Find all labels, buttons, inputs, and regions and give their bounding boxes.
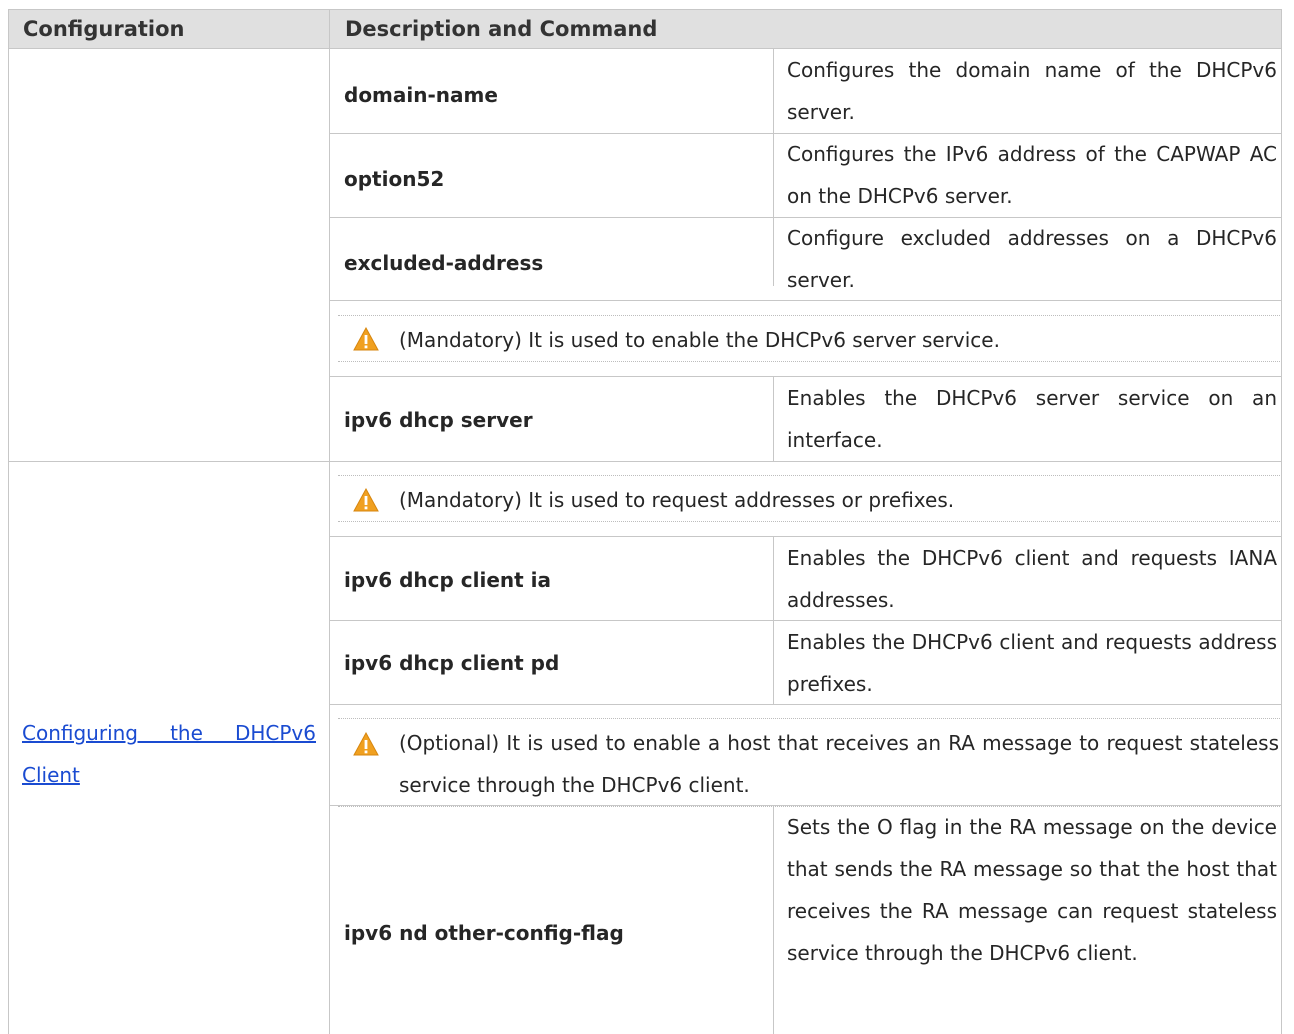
inner-divider — [773, 49, 774, 286]
inner-divider — [773, 376, 774, 461]
command-ipv6-dhcp-client-ia: ipv6 dhcp client ia — [344, 568, 552, 592]
command-excluded-address: excluded-address — [344, 251, 544, 275]
command-option52: option52 — [344, 167, 445, 191]
description-ipv6-nd-other-config-flag: Sets the O flag in the RA message on the… — [787, 815, 1277, 965]
command-domain-name: domain-name — [344, 83, 498, 107]
warning-triangle-icon — [353, 327, 379, 351]
config-table: Configuration Description and Command do… — [8, 0, 1282, 1034]
note-border-top — [338, 315, 1280, 316]
inner-divider — [773, 805, 774, 1034]
column-divider — [329, 9, 330, 1034]
header-configuration: Configuration — [23, 17, 185, 41]
warning-triangle-icon — [353, 732, 379, 756]
note-border-bottom — [338, 521, 1280, 522]
description-option52: Configures the IPv6 address of the CAPWA… — [787, 142, 1277, 208]
note-border-top — [338, 475, 1280, 476]
command-ipv6-dhcp-client-pd: ipv6 dhcp client pd — [344, 651, 560, 675]
link-line-2[interactable]: Client — [22, 754, 322, 796]
warning-triangle-icon — [353, 488, 379, 512]
description-ipv6-dhcp-server: Enables the DHCPv6 server service on an … — [787, 386, 1277, 452]
description-domain-name: Configures the domain name of the DHCPv6… — [787, 58, 1277, 124]
command-ipv6-dhcp-server: ipv6 dhcp server — [344, 408, 533, 432]
header-description-command: Description and Command — [345, 17, 658, 41]
note-client-mandatory: (Mandatory) It is used to request addres… — [399, 488, 955, 512]
description-ipv6-dhcp-client-ia: Enables the DHCPv6 client and requests I… — [787, 546, 1277, 612]
description-ipv6-dhcp-client-pd: Enables the DHCPv6 client and requests a… — [787, 630, 1277, 696]
left-border — [8, 9, 9, 1034]
section-divider — [8, 461, 1282, 462]
link-line-1[interactable]: Configuring the DHCPv6 — [22, 712, 316, 754]
note-server-mandatory: (Mandatory) It is used to enable the DHC… — [399, 328, 1000, 352]
configuring-dhcpv6-client-link[interactable]: Configuring the DHCPv6 Client — [22, 712, 322, 796]
note-border-bottom — [338, 361, 1280, 362]
table-header: Configuration Description and Command — [8, 9, 1282, 49]
note-client-optional: (Optional) It is used to enable a host t… — [399, 731, 1279, 797]
command-ipv6-nd-other-config-flag: ipv6 nd other-config-flag — [344, 921, 624, 945]
note-border-top — [338, 718, 1280, 719]
description-excluded-address: Configure excluded addresses on a DHCPv6… — [787, 226, 1277, 292]
right-border — [1281, 9, 1282, 1034]
